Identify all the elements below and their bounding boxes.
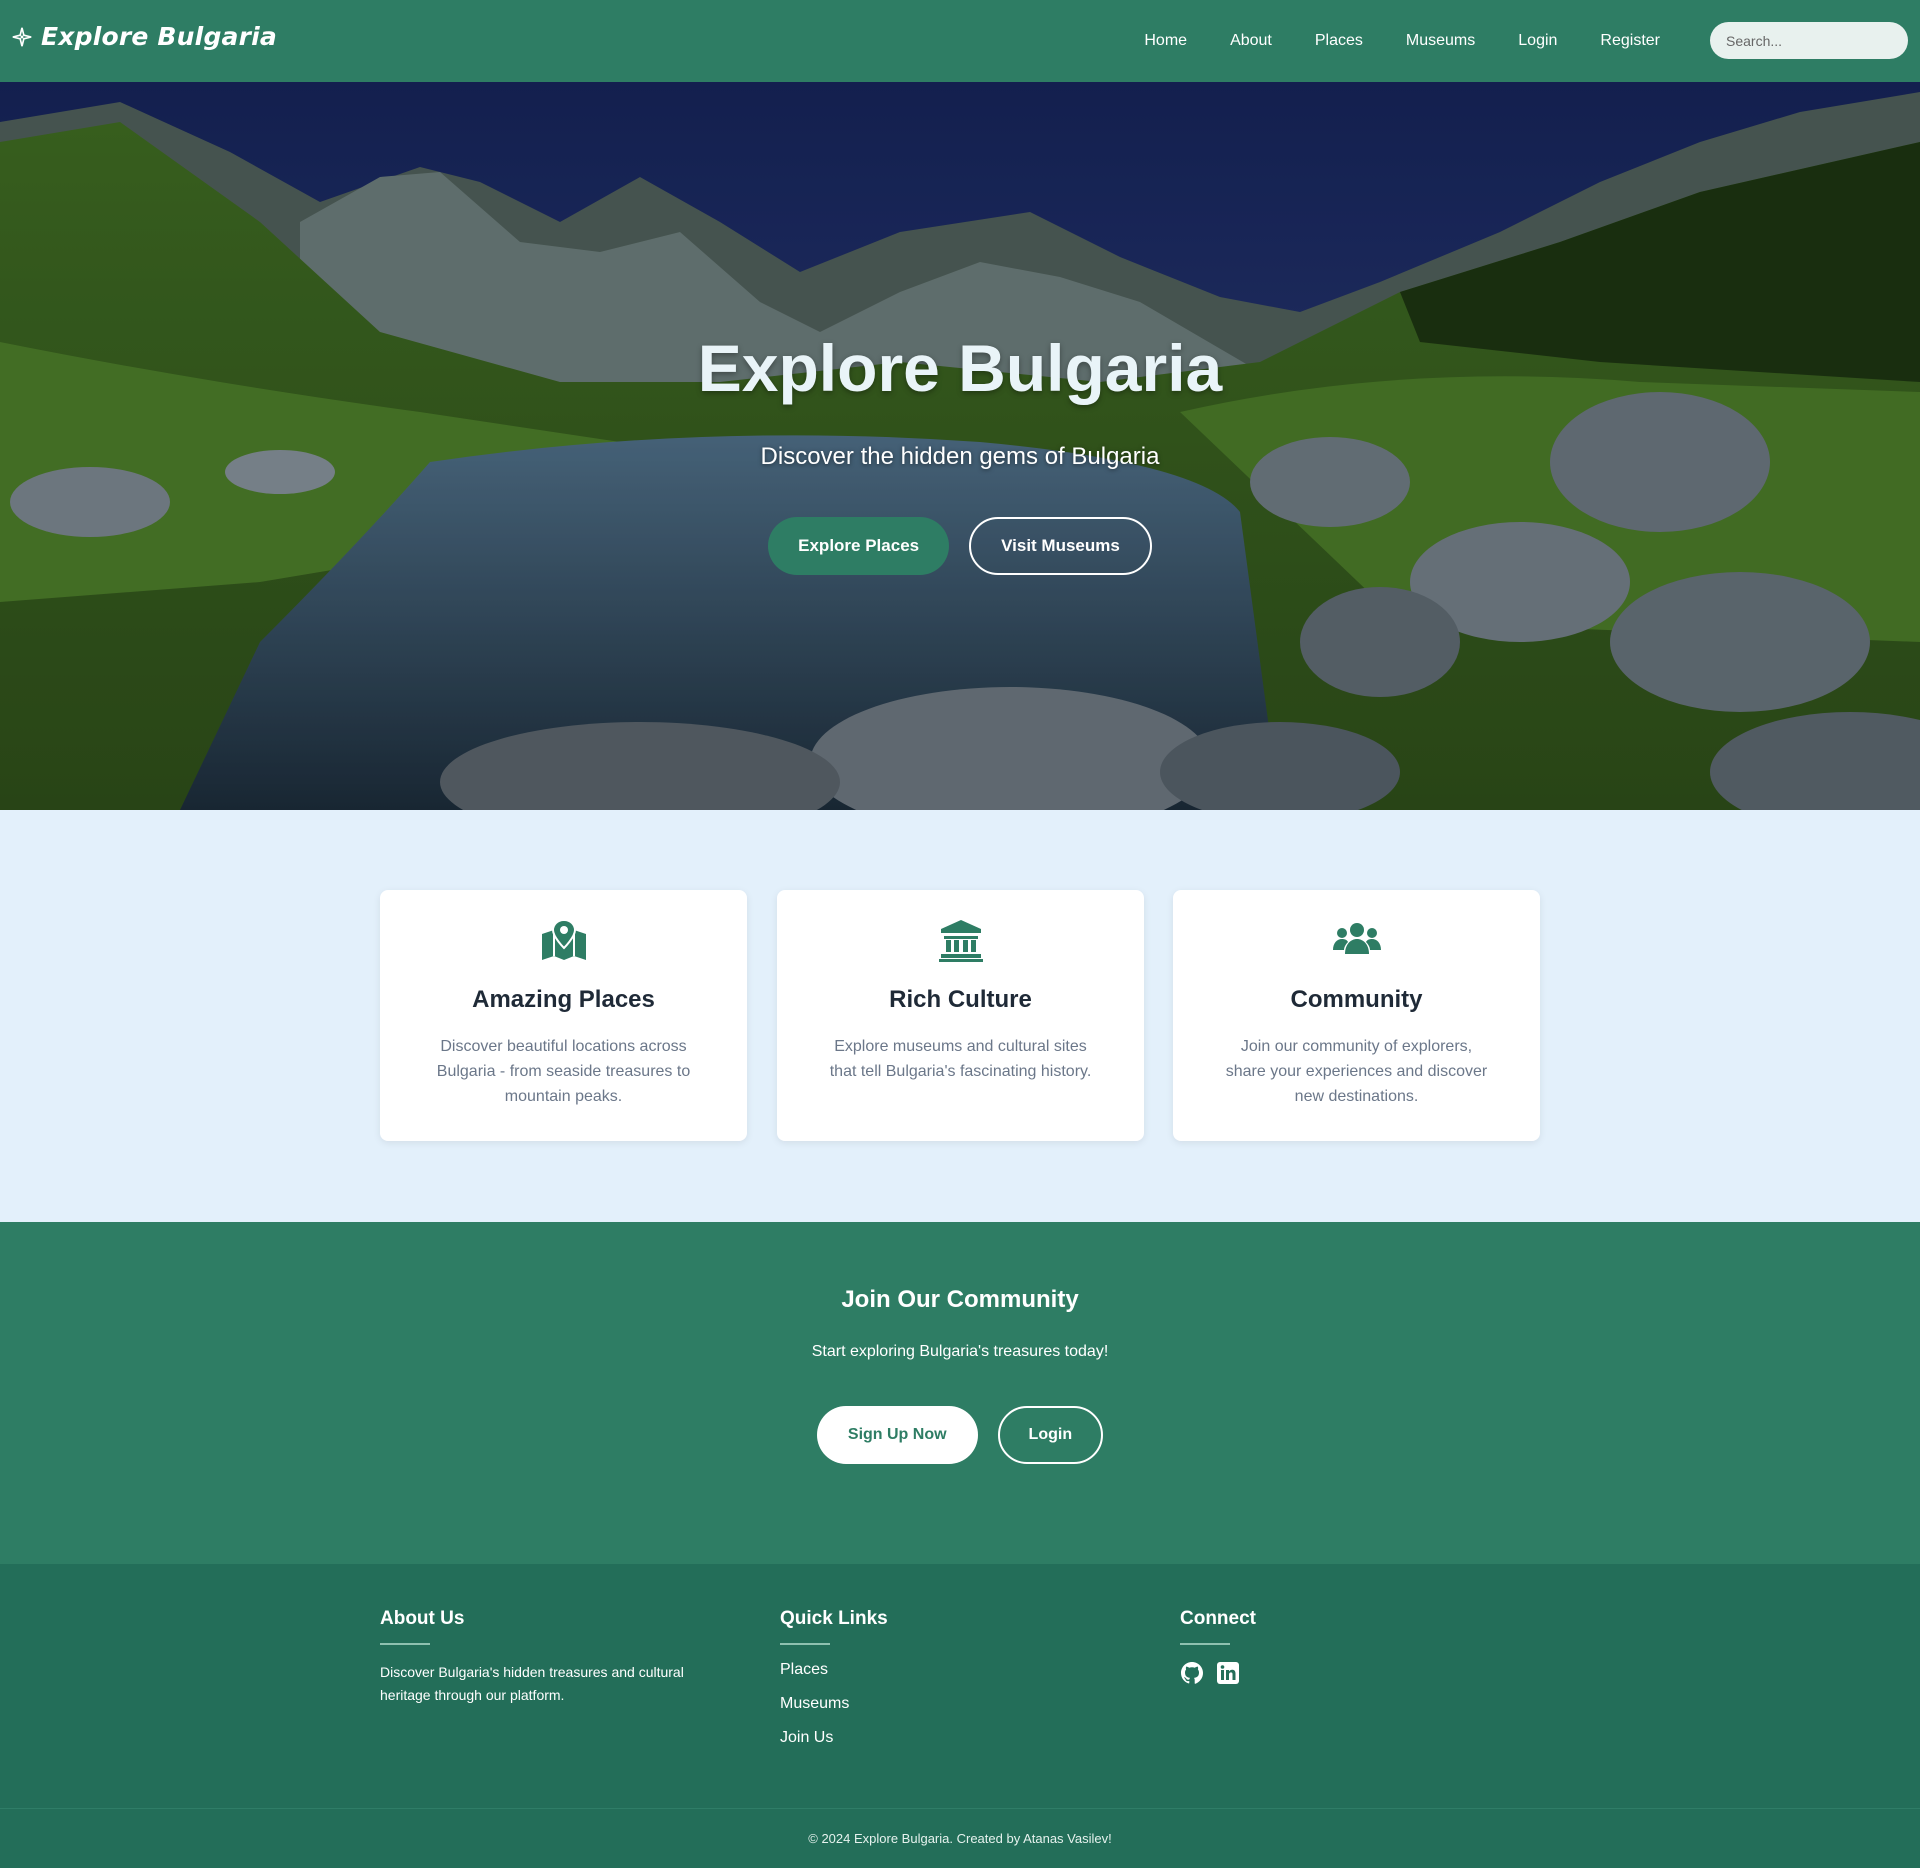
footer-connect-title: Connect (1180, 1608, 1256, 1629)
cta-section: Join Our Community Start exploring Bulga… (0, 1222, 1920, 1564)
main-nav: Home About Places Museums Login Register (1101, 0, 1660, 82)
hero-content: Explore Bulgaria Discover the hidden gem… (0, 82, 1920, 810)
nav-about[interactable]: About (1230, 32, 1272, 50)
linkedin-icon[interactable] (1216, 1661, 1240, 1685)
feature-title: Rich Culture (889, 986, 1032, 1013)
feature-title: Amazing Places (472, 986, 655, 1013)
feature-text: Discover beautiful locations across Bulg… (436, 1038, 691, 1105)
explore-places-button[interactable]: Explore Places (768, 517, 950, 575)
footer-about: About Us Discover Bulgaria's hidden trea… (380, 1608, 710, 1707)
divider (1180, 1643, 1230, 1645)
hero-title: Explore Bulgaria (697, 331, 1223, 405)
footer-copyright: © 2024 Explore Bulgaria. Created by Atan… (0, 1808, 1920, 1846)
hero-subtitle: Discover the hidden gems of Bulgaria (760, 443, 1160, 470)
cta-buttons: Sign Up Now Login (0, 1406, 1920, 1464)
nav-home[interactable]: Home (1144, 32, 1187, 50)
sign-up-button[interactable]: Sign Up Now (816, 1406, 978, 1464)
brand-logo[interactable]: Explore Bulgaria (11, 22, 277, 51)
social-links (1180, 1661, 1256, 1685)
divider (380, 1643, 430, 1645)
compass-star-icon (12, 27, 32, 46)
hero-buttons: Explore Places Visit Museums (0, 517, 1920, 575)
feature-card-places: Amazing Places Discover beautiful locati… (380, 890, 747, 1141)
map-location-icon (541, 918, 586, 960)
feature-card-community: Community Join our community of explorer… (1173, 890, 1540, 1141)
footer-link-join-us[interactable]: Join Us (780, 1729, 888, 1747)
search-input[interactable] (1710, 22, 1908, 59)
divider (780, 1643, 830, 1645)
hero-section: Explore Bulgaria Discover the hidden gem… (0, 82, 1920, 810)
footer-connect: Connect (1180, 1608, 1256, 1685)
feature-title: Community (1290, 986, 1423, 1013)
footer-about-title: About Us (380, 1608, 465, 1629)
landmark-icon (938, 920, 983, 962)
feature-text: Join our community of explorers, share y… (1225, 1038, 1488, 1105)
brand-name: Explore Bulgaria (41, 22, 277, 51)
footer-about-text: Discover Bulgaria's hidden treasures and… (380, 1664, 684, 1703)
github-icon[interactable] (1180, 1661, 1204, 1685)
footer-quick-links: Quick Links Places Museums Join Us (780, 1608, 888, 1763)
nav-login[interactable]: Login (1518, 32, 1557, 50)
nav-register[interactable]: Register (1600, 32, 1660, 50)
login-button[interactable]: Login (997, 1406, 1104, 1464)
cta-title: Join Our Community (841, 1286, 1079, 1313)
users-icon (1332, 923, 1381, 954)
feature-card-culture: Rich Culture Explore museums and cultura… (777, 890, 1144, 1141)
footer-links-title: Quick Links (780, 1608, 888, 1629)
feature-text: Explore museums and cultural sites that … (829, 1038, 1092, 1080)
footer: About Us Discover Bulgaria's hidden trea… (0, 1564, 1920, 1868)
nav-places[interactable]: Places (1315, 32, 1363, 50)
footer-link-places[interactable]: Places (780, 1661, 888, 1679)
nav-museums[interactable]: Museums (1406, 32, 1475, 50)
visit-museums-button[interactable]: Visit Museums (969, 517, 1152, 575)
footer-link-museums[interactable]: Museums (780, 1695, 888, 1713)
navbar: Explore Bulgaria Home About Places Museu… (0, 0, 1920, 82)
cta-text: Start exploring Bulgaria's treasures tod… (811, 1343, 1109, 1360)
features-section: Amazing Places Discover beautiful locati… (0, 810, 1920, 1222)
